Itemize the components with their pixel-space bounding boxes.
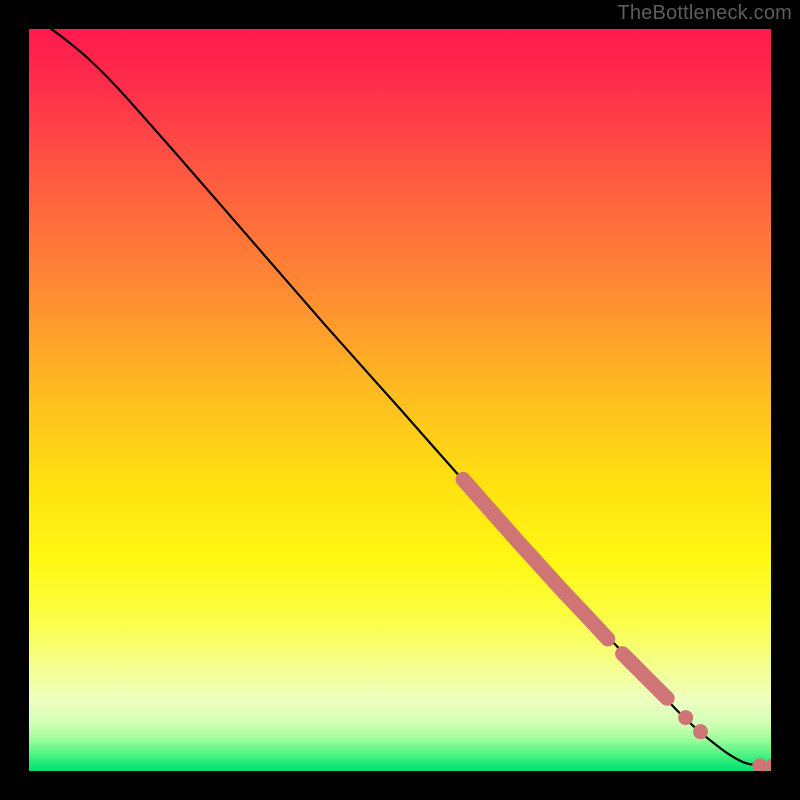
chart-background — [29, 29, 771, 771]
bottleneck-chart — [29, 29, 771, 771]
highlight-dot-1 — [678, 710, 693, 725]
attribution-text: TheBottleneck.com — [617, 2, 792, 25]
chart-stage: TheBottleneck.com — [0, 0, 800, 800]
highlight-dot-2 — [693, 724, 708, 739]
